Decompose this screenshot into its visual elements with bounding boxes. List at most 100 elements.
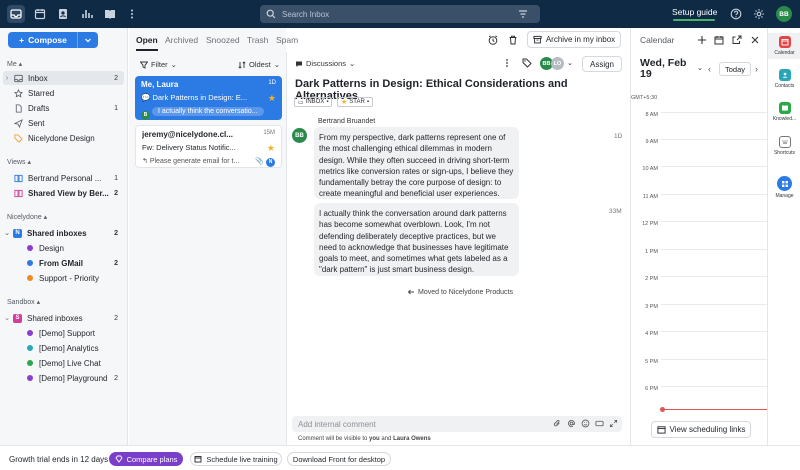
sidebar-item-sent[interactable]: Sent (3, 116, 124, 130)
assignee-avatars[interactable]: BB LO ⌄ (540, 57, 573, 70)
conversation-item[interactable]: jeremy@nicelydone.cl... 15M Fw: Delivery … (135, 125, 282, 168)
analytics-app-icon[interactable] (78, 5, 96, 23)
sidebar-item-inbox[interactable]: › Inbox 2 (3, 71, 124, 85)
sidebar-item-demo-support[interactable]: [Demo] Support (3, 326, 124, 340)
sidebar-item-support-priority[interactable]: Support - Priority (3, 271, 124, 285)
tag-chip-inbox[interactable]: ▭ INBOX ▪ (294, 97, 333, 107)
setup-guide-link[interactable]: Setup guide (672, 7, 717, 17)
inbox-color-dot (27, 245, 33, 251)
rail-knowledge[interactable]: Knowled... (768, 99, 800, 125)
calendar-app-icon[interactable] (31, 5, 49, 23)
sidebar-item-drafts[interactable]: Drafts 1 (3, 101, 124, 115)
chevron-right-icon[interactable]: › (3, 75, 11, 82)
chevron-down-icon[interactable]: ⌄ (697, 64, 703, 72)
hour-label: 5 PM (645, 359, 658, 365)
view-scheduling-links-button[interactable]: View scheduling links (651, 421, 751, 438)
attachment-icon[interactable] (553, 419, 562, 428)
calendar-view-icon[interactable] (713, 34, 725, 46)
sidebar-item-demo-analytics[interactable]: [Demo] Analytics (3, 341, 124, 355)
sidebar-item-shared-view[interactable]: Shared View by Ber... 2 (3, 186, 124, 200)
search-bar[interactable] (260, 5, 540, 23)
gif-icon[interactable] (595, 419, 604, 428)
archive-button[interactable]: Archive in my inbox (527, 31, 621, 48)
tab-trash[interactable]: Trash (247, 35, 268, 45)
tag-chip-star[interactable]: ★ STAR ▪ (337, 97, 373, 107)
snooze-clock-icon[interactable] (487, 34, 499, 46)
chevron-down-icon[interactable]: ⌄ (567, 57, 573, 70)
rail-manage[interactable]: Manage (768, 174, 800, 202)
sidebar-item-shared-inboxes[interactable]: ⌄ N Shared inboxes 2 (3, 226, 124, 240)
chevron-right-icon[interactable]: › (755, 64, 758, 74)
sidebar-item-sandbox-shared-inboxes[interactable]: ⌄ S Shared inboxes 2 (3, 311, 124, 325)
chevron-down-icon[interactable]: ⌄ (3, 314, 11, 322)
me-section-header[interactable]: Me ▴ (7, 60, 22, 68)
more-options-icon[interactable] (500, 56, 514, 70)
calendar-date: Wed, Feb 19 (640, 57, 687, 80)
sidebar-item-starred[interactable]: Starred (3, 86, 124, 100)
tab-spam[interactable]: Spam (276, 35, 298, 45)
sandbox-section-header[interactable]: Sandbox ▴ (7, 298, 40, 306)
assign-button[interactable]: Assign (582, 56, 622, 72)
filter-button[interactable]: Filter ⌄ (140, 60, 177, 69)
schedule-live-training-button[interactable]: Schedule live training (190, 452, 282, 466)
user-avatar[interactable]: BB (776, 6, 792, 22)
sidebar-item-bertrand-personal[interactable]: Bertrand Personal ... 1 (3, 171, 124, 185)
more-apps-icon[interactable] (123, 5, 141, 23)
rail-shortcuts[interactable]: Shortcuts (768, 133, 800, 159)
star-icon: ★ (341, 99, 348, 106)
rail-contacts[interactable]: Contacts (768, 66, 800, 92)
team-avatar: N (13, 228, 22, 238)
message-time: 33M (609, 208, 622, 215)
tab-archived[interactable]: Archived (165, 35, 198, 45)
inbox-color-dot (27, 275, 33, 281)
sidebar-item-demo-live-chat[interactable]: [Demo] Live Chat (3, 356, 124, 370)
sidebar-item-from-gmail[interactable]: From GMail 2 (3, 256, 124, 270)
emoji-icon[interactable] (581, 419, 590, 428)
star-icon[interactable]: ★ (268, 93, 276, 104)
conversation-item-selected[interactable]: Me, Laura 1D 💬 Dark Patterns in Design: E… (135, 76, 282, 120)
discussions-dropdown[interactable]: Discussions ⌄ (295, 59, 355, 68)
knowledge-app-icon[interactable] (101, 5, 119, 23)
help-icon[interactable] (727, 5, 745, 23)
inbox-color-dot (27, 360, 33, 366)
chevron-left-icon[interactable]: ‹ (708, 64, 711, 74)
setup-progress-bar (673, 19, 715, 21)
tab-open[interactable]: Open (136, 35, 158, 45)
current-time-line (662, 409, 768, 410)
thread-header: Discussions ⌄ BB LO ⌄ Assign (287, 52, 630, 72)
close-icon[interactable] (749, 34, 761, 46)
download-desktop-button[interactable]: Download Front for desktop (287, 452, 391, 466)
nicelydone-section-header[interactable]: Nicelydone ▴ (7, 213, 47, 221)
compose-options-button[interactable] (77, 32, 98, 48)
inbox-icon: ▭ (298, 99, 304, 106)
inbox-app-icon[interactable] (7, 5, 25, 23)
sidebar-item-design[interactable]: Design (3, 241, 124, 255)
compose-button[interactable]: + Compose (8, 32, 78, 48)
open-external-icon[interactable] (731, 34, 743, 46)
add-event-icon[interactable] (696, 34, 708, 46)
internal-comment-input[interactable]: Add internal comment (292, 416, 622, 432)
timezone-label: GMT+5:30 (631, 95, 658, 101)
top-bar: Setup guide BB (0, 0, 800, 28)
compare-plans-button[interactable]: Compare plans (109, 452, 183, 466)
sidebar-item-demo-playground[interactable]: [Demo] Playground 2 (3, 371, 124, 385)
chevron-down-icon[interactable]: ⌄ (3, 229, 11, 237)
today-button[interactable]: Today (719, 62, 751, 76)
bottom-bar: Growth trial ends in 12 days Compare pla… (0, 445, 800, 470)
tag-icon[interactable] (520, 56, 534, 70)
views-section-header[interactable]: Views ▴ (7, 158, 31, 166)
expand-icon[interactable] (609, 419, 618, 428)
search-filter-icon[interactable] (518, 9, 528, 19)
star-icon[interactable]: ★ (267, 143, 275, 154)
tab-snoozed[interactable]: Snoozed (206, 35, 240, 45)
mention-icon[interactable] (567, 419, 576, 428)
sidebar-item-nicelydone-design[interactable]: Nicelydone Design (3, 131, 124, 145)
sort-button[interactable]: Oldest ⌄ (238, 60, 280, 69)
rail-calendar[interactable]: Calendar (768, 33, 800, 59)
trash-icon[interactable] (507, 34, 519, 46)
star-icon (13, 88, 23, 98)
contacts-app-icon[interactable] (54, 5, 72, 23)
plus-icon: + (19, 35, 25, 45)
settings-gear-icon[interactable] (750, 5, 768, 23)
search-input[interactable] (282, 9, 518, 19)
